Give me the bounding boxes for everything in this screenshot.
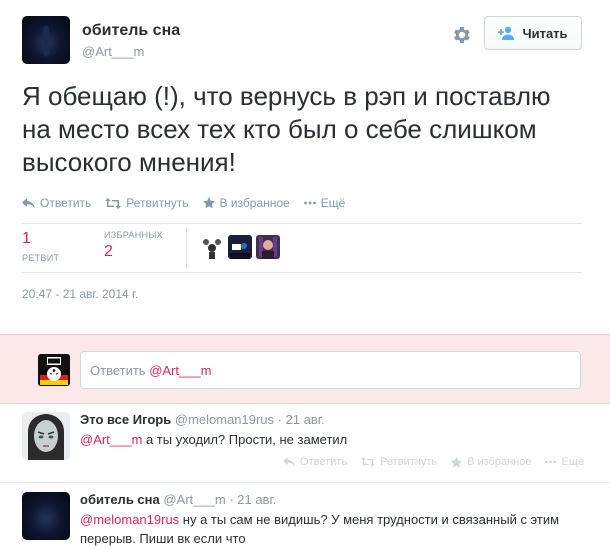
- favorites-count: 2: [104, 243, 113, 260]
- retweet-icon: [105, 197, 122, 209]
- favoriter-avatar[interactable]: [228, 235, 252, 259]
- more-button[interactable]: Ещё: [303, 196, 346, 210]
- reply-label: Ответить: [40, 196, 92, 210]
- reply-time[interactable]: · 21 авг.: [278, 412, 325, 427]
- stats-separator: [186, 228, 187, 268]
- retweet-button[interactable]: Ретвитнуть: [361, 456, 437, 468]
- tweet-timestamp[interactable]: 20:47 - 21 авг. 2014 г.: [22, 287, 138, 301]
- star-icon: [202, 197, 215, 209]
- reply-author-username[interactable]: @Art___m: [163, 492, 225, 507]
- reply-composer: Ответить @Art___m: [0, 334, 610, 404]
- divider: [22, 272, 582, 273]
- retweet-label: Ретвитнуть: [380, 456, 438, 468]
- tweet-text: Я обещаю (!), что вернусь в рэп и постав…: [22, 81, 551, 177]
- more-icon: [545, 460, 557, 464]
- more-button[interactable]: Ещё: [545, 456, 584, 468]
- reply-author-name[interactable]: обитель сна: [80, 492, 160, 507]
- current-user-avatar: [38, 354, 70, 386]
- favorite-button[interactable]: В избранное: [202, 196, 290, 210]
- reply-author-username[interactable]: @meloman19rus: [175, 412, 274, 427]
- reply-body: а ты уходил? Прости, не заметил: [142, 432, 348, 447]
- reply-author-name[interactable]: Это все Игорь: [80, 412, 171, 427]
- reply-button[interactable]: Ответить: [283, 456, 347, 468]
- reply-time[interactable]: · 21 авг.: [229, 492, 276, 507]
- favoriter-avatar[interactable]: [256, 235, 280, 259]
- reply-button[interactable]: Ответить: [22, 196, 91, 210]
- reply-mention-link[interactable]: @Art___m: [80, 432, 142, 447]
- retweet-button[interactable]: Ретвитнуть: [105, 196, 189, 210]
- retweets-stat[interactable]: 1 РЕТВИТ: [22, 230, 59, 266]
- reply-author-avatar[interactable]: [22, 412, 70, 460]
- tweet-actions: Ответить Ретвитнуть В избранное Ещё: [22, 196, 345, 210]
- tweet-stats: 1 РЕТВИТ ИЗБРАННЫХ 2: [22, 224, 582, 272]
- more-label: Ещё: [561, 456, 584, 468]
- favorites-stat[interactable]: ИЗБРАННЫХ 2: [104, 230, 163, 261]
- favorite-button[interactable]: В избранное: [451, 456, 531, 468]
- author-fullname[interactable]: обитель сна: [82, 22, 180, 40]
- tweet-header: обитель сна @Art___m Читать: [22, 16, 588, 66]
- retweet-icon: [361, 457, 376, 467]
- reply-icon: [283, 457, 295, 467]
- favorites-label: ИЗБРАННЫХ: [104, 230, 163, 240]
- retweets-count: 1: [22, 230, 31, 247]
- retweet-label: Ретвитнуть: [126, 196, 189, 210]
- divider: [0, 482, 610, 483]
- reply-tweet[interactable]: Это все Игорь @meloman19rus · 21 авг. @A…: [22, 412, 588, 470]
- reply-text: @Art___m а ты уходил? Прости, не заметил: [80, 430, 585, 449]
- reply-actions: Ответить Ретвитнуть В избранное Ещё: [283, 456, 584, 468]
- reply-header: обитель сна @Art___m · 21 авг.: [80, 492, 276, 507]
- favorite-label: В избранное: [219, 196, 290, 210]
- author-username[interactable]: @Art___m: [82, 44, 144, 59]
- favorite-label: В избранное: [467, 456, 532, 468]
- reply-author-avatar[interactable]: [22, 492, 70, 540]
- gear-icon[interactable]: [450, 24, 472, 46]
- more-icon: [303, 201, 316, 205]
- follow-label: Читать: [522, 25, 568, 41]
- more-label: Ещё: [320, 196, 346, 210]
- reply-tweet[interactable]: обитель сна @Art___m · 21 авг. @meloman1…: [22, 492, 588, 550]
- reply-icon: [22, 197, 35, 208]
- reply-text: @meloman19rus ну а ты сам не видишь? У м…: [80, 510, 585, 548]
- retweets-label: РЕТВИТ: [22, 253, 60, 263]
- star-icon: [451, 456, 463, 467]
- favoriter-avatar[interactable]: [200, 235, 224, 259]
- follow-button[interactable]: Читать: [484, 16, 582, 50]
- author-avatar[interactable]: [22, 16, 70, 64]
- follow-user-icon: [498, 26, 515, 40]
- reply-input[interactable]: Ответить @Art___m: [80, 351, 581, 389]
- reply-prefix: Ответить: [90, 363, 150, 378]
- reply-mention-link[interactable]: @meloman19rus: [80, 512, 179, 527]
- reply-label: Ответить: [300, 456, 348, 468]
- reply-header: Это все Игорь @meloman19rus · 21 авг.: [80, 412, 325, 427]
- reply-mention: @Art___m: [149, 363, 212, 378]
